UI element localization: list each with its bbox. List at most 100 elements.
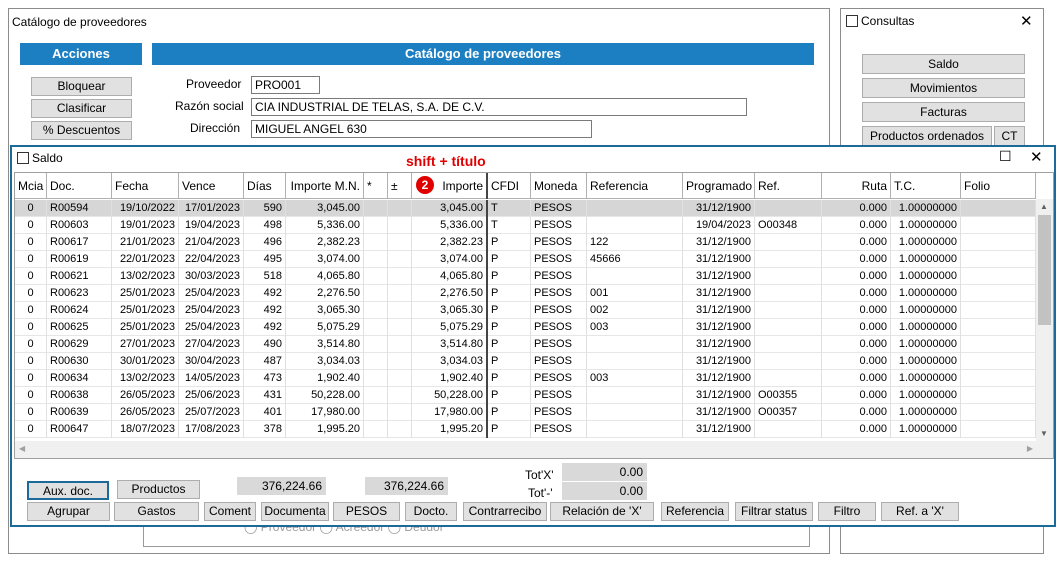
table-cell: P [488, 336, 531, 353]
movimientos-button[interactable]: Movimientos [862, 78, 1025, 98]
column-header-9[interactable]: CFDI [488, 173, 531, 199]
table-row[interactable]: 0 R00594 19/10/2022 17/01/2023 590 3,045.00 3,… [15, 200, 1036, 217]
table-cell: 4,065.80 [412, 268, 488, 285]
table-cell [364, 336, 388, 353]
table-cell: 21/01/2023 [112, 234, 179, 251]
agrupar-button[interactable]: Agrupar [27, 502, 110, 521]
table-cell: 0.000 [822, 404, 891, 421]
column-header-5[interactable]: Importe M.N. [286, 173, 364, 199]
column-header-14[interactable]: Ruta [822, 173, 891, 199]
table-row[interactable]: 0 R00624 25/01/2023 25/04/2023 492 3,065.30 3,… [15, 302, 1036, 319]
column-header-7[interactable]: ± [388, 173, 412, 199]
contrarrecibo-button[interactable]: Contrarrecibo [463, 502, 547, 521]
scroll-thumb[interactable] [1038, 215, 1051, 325]
column-header-2[interactable]: Fecha [112, 173, 179, 199]
table-cell: 31/12/1900 [683, 353, 755, 370]
table-cell: PESOS [531, 353, 587, 370]
aux-doc-button[interactable]: Aux. doc. [27, 481, 109, 500]
relacion-x-button[interactable]: Relación de 'X' [550, 502, 654, 521]
saldo-button[interactable]: Saldo [862, 54, 1025, 74]
column-header-16[interactable]: Folio [961, 173, 1036, 199]
table-cell: PESOS [531, 319, 587, 336]
table-cell: 002 [587, 302, 683, 319]
table-cell: 25/07/2023 [179, 404, 244, 421]
column-header-10[interactable]: Moneda [531, 173, 587, 199]
descuentos-button[interactable]: % Descuentos [31, 121, 132, 140]
column-header-15[interactable]: T.C. [891, 173, 961, 199]
productos-ordenados-button[interactable]: Productos ordenados [862, 126, 992, 146]
filtrar-status-button[interactable]: Filtrar status [735, 502, 813, 521]
scroll-down-icon[interactable]: ▼ [1040, 429, 1048, 438]
table-cell: 30/03/2023 [179, 268, 244, 285]
table-row[interactable]: 0 R00634 13/02/2023 14/05/2023 473 1,902.40 1,… [15, 370, 1036, 387]
ref-a-x-button[interactable]: Ref. a 'X' [881, 502, 959, 521]
column-header-13[interactable]: Ref. [755, 173, 822, 199]
table-cell: P [488, 251, 531, 268]
pesos-button[interactable]: PESOS [333, 502, 400, 521]
referencia-button[interactable]: Referencia [661, 502, 729, 521]
table-cell: 2,276.50 [286, 285, 364, 302]
table-row[interactable]: 0 R00603 19/01/2023 19/04/2023 498 5,336.00 5,… [15, 217, 1036, 234]
scroll-right-icon[interactable]: ▶ [1027, 444, 1033, 453]
table-row[interactable]: 0 R00619 22/01/2023 22/04/2023 495 3,074.00 3,… [15, 251, 1036, 268]
table-row[interactable]: 0 R00617 21/01/2023 21/04/2023 496 2,382.23 2,… [15, 234, 1036, 251]
vertical-scrollbar[interactable]: ▲ ▼ [1036, 199, 1053, 441]
table-row[interactable]: 0 R00647 18/07/2023 17/08/2023 378 1,995.20 1,… [15, 421, 1036, 438]
table-row[interactable]: 0 R00621 13/02/2023 30/03/2023 518 4,065.80 4,… [15, 268, 1036, 285]
proveedor-field[interactable]: PRO001 [251, 76, 320, 94]
table-cell: PESOS [531, 387, 587, 404]
table-row[interactable]: 0 R00630 30/01/2023 30/04/2023 487 3,034.03 3,… [15, 353, 1036, 370]
column-header-4[interactable]: Días [244, 173, 286, 199]
table-row[interactable]: 0 R00638 26/05/2023 25/06/2023 431 50,228.00 5… [15, 387, 1036, 404]
table-cell: 30/04/2023 [179, 353, 244, 370]
clasificar-button[interactable]: Clasificar [31, 99, 132, 118]
saldo-grid[interactable]: Mcia Doc. Fecha Vence Días Importe M.N. * ± Impo… [14, 172, 1054, 459]
saldo-close-icon[interactable]: ✕ [1030, 148, 1043, 166]
scroll-left-icon[interactable]: ◀ [19, 444, 25, 453]
table-cell [388, 268, 412, 285]
table-row[interactable]: 0 R00625 25/01/2023 25/04/2023 492 5,075.29 5,… [15, 319, 1036, 336]
table-cell: 3,074.00 [412, 251, 488, 268]
direccion-field[interactable]: MIGUEL ANGEL 630 [251, 120, 592, 138]
table-row[interactable]: 0 R00639 26/05/2023 25/07/2023 401 17,980.00 1… [15, 404, 1036, 421]
column-header-3[interactable]: Vence [179, 173, 244, 199]
ct-button[interactable]: CT [994, 126, 1025, 146]
filtro-button[interactable]: Filtro [818, 502, 876, 521]
table-cell: 26/05/2023 [112, 387, 179, 404]
bloquear-button[interactable]: Bloquear [31, 77, 132, 96]
window-icon [846, 15, 858, 27]
table-cell [388, 353, 412, 370]
consultas-close-icon[interactable]: ✕ [1020, 12, 1033, 30]
column-header-6[interactable]: * [364, 173, 388, 199]
shift-titulo-annotation: shift + título [406, 153, 486, 169]
table-cell [388, 217, 412, 234]
column-header-1[interactable]: Doc. [47, 173, 112, 199]
horizontal-scrollbar[interactable]: ◀ ▶ [15, 441, 1053, 458]
table-cell [961, 234, 1036, 251]
table-cell: 0 [15, 336, 47, 353]
table-cell: 0.000 [822, 234, 891, 251]
table-cell: 0.000 [822, 285, 891, 302]
gastos-button[interactable]: Gastos [114, 502, 199, 521]
column-header-11[interactable]: Referencia [587, 173, 683, 199]
table-cell [364, 353, 388, 370]
table-cell [388, 302, 412, 319]
column-header-0[interactable]: Mcia [15, 173, 47, 199]
documenta-button[interactable]: Documenta [261, 502, 329, 521]
razon-social-field[interactable]: CIA INDUSTRIAL DE TELAS, S.A. DE C.V. [251, 98, 747, 116]
docto-button[interactable]: Docto. [405, 502, 457, 521]
consultas-title-text: Consultas [861, 14, 915, 28]
table-row[interactable]: 0 R00629 27/01/2023 27/04/2023 490 3,514.80 3,… [15, 336, 1036, 353]
coment-button[interactable]: Coment [204, 502, 256, 521]
column-header-12[interactable]: Programado [683, 173, 755, 199]
table-row[interactable]: 0 R00623 25/01/2023 25/04/2023 492 2,276.50 2,… [15, 285, 1036, 302]
facturas-button[interactable]: Facturas [862, 102, 1025, 122]
productos-button[interactable]: Productos [117, 480, 200, 499]
table-cell: 25/04/2023 [179, 319, 244, 336]
scroll-up-icon[interactable]: ▲ [1040, 202, 1048, 211]
table-cell: 19/04/2023 [179, 217, 244, 234]
table-cell: 490 [244, 336, 286, 353]
total-importe: 376,224.66 [365, 477, 448, 495]
maximize-icon[interactable]: ☐ [999, 148, 1012, 165]
table-cell: 5,336.00 [286, 217, 364, 234]
